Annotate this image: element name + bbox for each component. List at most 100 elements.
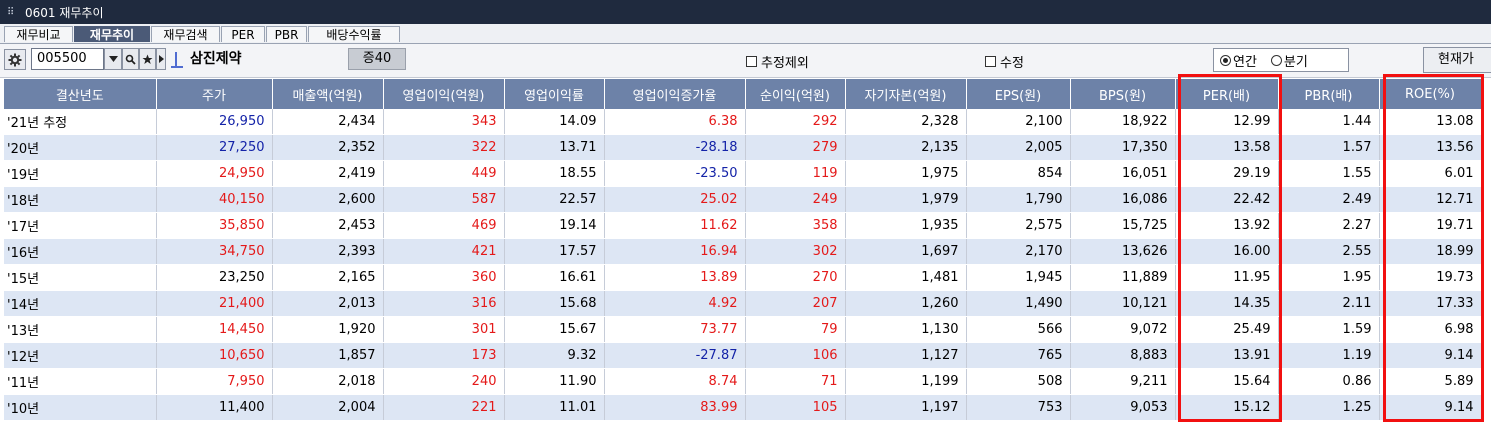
cell-net: 358 xyxy=(745,212,846,239)
cell-opg: 16.94 xyxy=(604,238,746,265)
star-icon[interactable] xyxy=(139,48,156,70)
cell-opm: 15.68 xyxy=(504,290,605,317)
column-header[interactable]: BPS(원) xyxy=(1070,79,1176,109)
column-header[interactable]: 매출액(억원) xyxy=(272,79,384,109)
cell-bps: 9,211 xyxy=(1070,368,1176,395)
next-arrow-icon[interactable] xyxy=(156,48,166,70)
cell-price: 40,150 xyxy=(156,186,273,213)
column-header[interactable]: EPS(원) xyxy=(966,79,1071,109)
cell-per: 15.12 xyxy=(1175,394,1279,421)
cell-op: 360 xyxy=(383,264,505,291)
column-header[interactable]: 영업이익률 xyxy=(504,79,605,109)
cell-sales: 2,419 xyxy=(272,160,384,187)
period-radio-group: 연간 분기 xyxy=(1213,48,1349,72)
tab-dividend-yield[interactable]: 배당수익률 xyxy=(308,26,400,42)
search-icon[interactable] xyxy=(122,48,139,70)
radio-selected-icon[interactable] xyxy=(1220,54,1231,66)
cell-price: 24,950 xyxy=(156,160,273,187)
table-row[interactable]: '14년 21,400 2,013 316 15.68 4.92 207 1,260 1,490… xyxy=(4,290,1482,317)
cell-bps: 9,053 xyxy=(1070,394,1176,421)
column-header[interactable]: PER(배) xyxy=(1175,79,1279,109)
cell-opg: 13.89 xyxy=(604,264,746,291)
estimate-exclude-checkbox[interactable]: 추정제외 xyxy=(746,52,809,71)
checkbox-icon[interactable] xyxy=(746,55,757,67)
window-title: 0601 재무추이 xyxy=(25,5,104,20)
cell-pbr: 1.55 xyxy=(1278,160,1380,187)
table-row[interactable]: '11년 7,950 2,018 240 11.90 8.74 71 1,199 508 9,21… xyxy=(4,368,1482,395)
radio-icon[interactable] xyxy=(1270,54,1282,66)
cell-opm: 11.90 xyxy=(504,368,605,395)
column-header[interactable]: 결산년도 xyxy=(4,79,157,109)
table-row[interactable]: '15년 23,250 2,165 360 16.61 13.89 270 1,481 1,94… xyxy=(4,264,1482,291)
grip-icon[interactable]: ⠿ xyxy=(7,7,21,18)
quarter-radio[interactable]: 분기 xyxy=(1270,51,1308,70)
cell-per: 15.64 xyxy=(1175,368,1279,395)
cell-year: '15년 xyxy=(4,264,157,291)
annual-radio[interactable]: 연간 xyxy=(1220,51,1257,70)
table-row[interactable]: '10년 11,400 2,004 221 11.01 83.99 105 1,197 753 9… xyxy=(4,394,1482,421)
tab-per[interactable]: PER xyxy=(221,26,265,42)
cell-sales: 2,013 xyxy=(272,290,384,317)
cell-op: 316 xyxy=(383,290,505,317)
cell-equity: 1,260 xyxy=(845,290,967,317)
cell-opm: 13.71 xyxy=(504,134,605,161)
cell-net: 249 xyxy=(745,186,846,213)
cell-eps: 2,575 xyxy=(966,212,1071,239)
toolbar: 005500 삼진제약 증40 추정제외 수정 연간 분기 현재가 xyxy=(0,44,1491,78)
tab-financial-search[interactable]: 재무검색 xyxy=(151,26,220,42)
table-row[interactable]: '17년 35,850 2,453 469 19.14 11.62 358 1,935 2,57… xyxy=(4,212,1482,239)
cell-pbr: 1.19 xyxy=(1278,342,1380,369)
table-row[interactable]: '19년 24,950 2,419 449 18.55 -23.50 119 1,975 854… xyxy=(4,160,1482,187)
table-row[interactable]: '18년 40,150 2,600 587 22.57 25.02 249 1,979 1,79… xyxy=(4,186,1482,213)
cell-opg: 11.62 xyxy=(604,212,746,239)
cell-equity: 1,979 xyxy=(845,186,967,213)
cell-sales: 1,920 xyxy=(272,316,384,343)
cell-per: 29.19 xyxy=(1175,160,1279,187)
cell-net: 270 xyxy=(745,264,846,291)
cell-op: 322 xyxy=(383,134,505,161)
column-header[interactable]: ROE(%) xyxy=(1379,79,1482,109)
cell-price: 11,400 xyxy=(156,394,273,421)
tab-pbr[interactable]: PBR xyxy=(266,26,307,42)
current-price-button[interactable]: 현재가 xyxy=(1423,47,1491,73)
cell-eps: 508 xyxy=(966,368,1071,395)
cell-roe: 6.98 xyxy=(1379,316,1482,343)
column-header[interactable]: 영업이익(억원) xyxy=(383,79,505,109)
cell-net: 79 xyxy=(745,316,846,343)
cell-op: 421 xyxy=(383,238,505,265)
column-header[interactable]: 자기자본(억원) xyxy=(845,79,967,109)
checkbox-icon[interactable] xyxy=(985,55,996,67)
column-header[interactable]: PBR(배) xyxy=(1278,79,1380,109)
column-header[interactable]: 영업이익증가율 xyxy=(604,79,746,109)
cell-sales: 2,004 xyxy=(272,394,384,421)
column-header[interactable]: 주가 xyxy=(156,79,273,109)
column-header[interactable]: 순이익(억원) xyxy=(745,79,846,109)
cell-price: 21,400 xyxy=(156,290,273,317)
chart-link-icon[interactable] xyxy=(170,51,184,69)
cell-pbr: 1.95 xyxy=(1278,264,1380,291)
table-row[interactable]: '12년 10,650 1,857 173 9.32 -27.87 106 1,127 765 8… xyxy=(4,342,1482,369)
cell-roe: 19.73 xyxy=(1379,264,1482,291)
cell-bps: 11,889 xyxy=(1070,264,1176,291)
revise-label: 수정 xyxy=(1000,55,1024,71)
window-titlebar: ⠿ 0601 재무추이 xyxy=(0,0,1491,24)
cell-pbr: 1.57 xyxy=(1278,134,1380,161)
cell-bps: 18,922 xyxy=(1070,109,1176,135)
cell-price: 23,250 xyxy=(156,264,273,291)
cell-per: 16.00 xyxy=(1175,238,1279,265)
revise-checkbox[interactable]: 수정 xyxy=(985,52,1024,71)
table-row[interactable]: '21년 추정 26,950 2,434 343 14.09 6.38 292 2,328 2,… xyxy=(4,109,1482,135)
tab-financial-compare[interactable]: 재무비교 xyxy=(4,26,73,42)
tab-financial-trend[interactable]: 재무추이 xyxy=(74,26,150,42)
cell-year: '10년 xyxy=(4,394,157,421)
stock-code-input[interactable]: 005500 xyxy=(31,48,104,70)
cell-price: 14,450 xyxy=(156,316,273,343)
settings-icon[interactable] xyxy=(4,49,26,70)
cell-pbr: 2.55 xyxy=(1278,238,1380,265)
cell-year: '19년 xyxy=(4,160,157,187)
table-row[interactable]: '20년 27,250 2,352 322 13.71 -28.18 279 2,135 2,0… xyxy=(4,134,1482,161)
cell-opm: 19.14 xyxy=(504,212,605,239)
table-row[interactable]: '13년 14,450 1,920 301 15.67 73.77 79 1,130 566 9,… xyxy=(4,316,1482,343)
dropdown-arrow-icon[interactable] xyxy=(104,48,122,70)
table-row[interactable]: '16년 34,750 2,393 421 17.57 16.94 302 1,697 2,17… xyxy=(4,238,1482,265)
